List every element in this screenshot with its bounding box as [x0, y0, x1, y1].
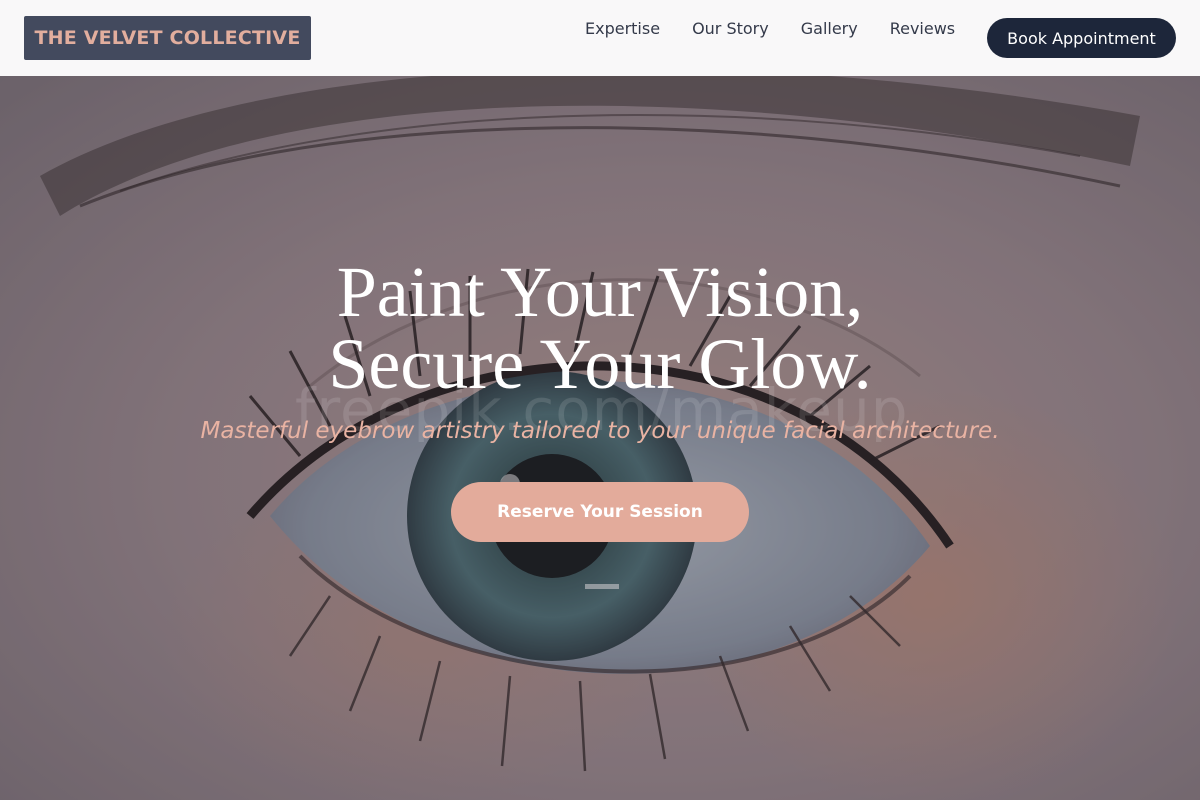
hero-subtitle: Masterful eyebrow artistry tailored to y… [200, 418, 1000, 444]
hero-title-line-2: Secure Your Glow. [328, 324, 872, 404]
nav-link-reviews[interactable]: Reviews [890, 19, 955, 39]
hero-title-line-1: Paint Your Vision, [336, 252, 864, 332]
hero-section: freepik.com/makeup Paint Your Vision, Se… [0, 76, 1200, 800]
nav-link-our-story[interactable]: Our Story [692, 19, 769, 39]
reserve-session-button[interactable]: Reserve Your Session [451, 482, 749, 542]
book-appointment-button[interactable]: Book Appointment [987, 18, 1176, 58]
nav-link-expertise[interactable]: Expertise [585, 19, 660, 39]
main-nav: Expertise Our Story Gallery Reviews [585, 19, 955, 39]
hero-title: Paint Your Vision, Secure Your Glow. [0, 256, 1200, 400]
site-header: THE VELVET COLLECTIVE Expertise Our Stor… [0, 0, 1200, 76]
nav-link-gallery[interactable]: Gallery [801, 19, 858, 39]
brand-logo[interactable]: THE VELVET COLLECTIVE [24, 16, 311, 60]
